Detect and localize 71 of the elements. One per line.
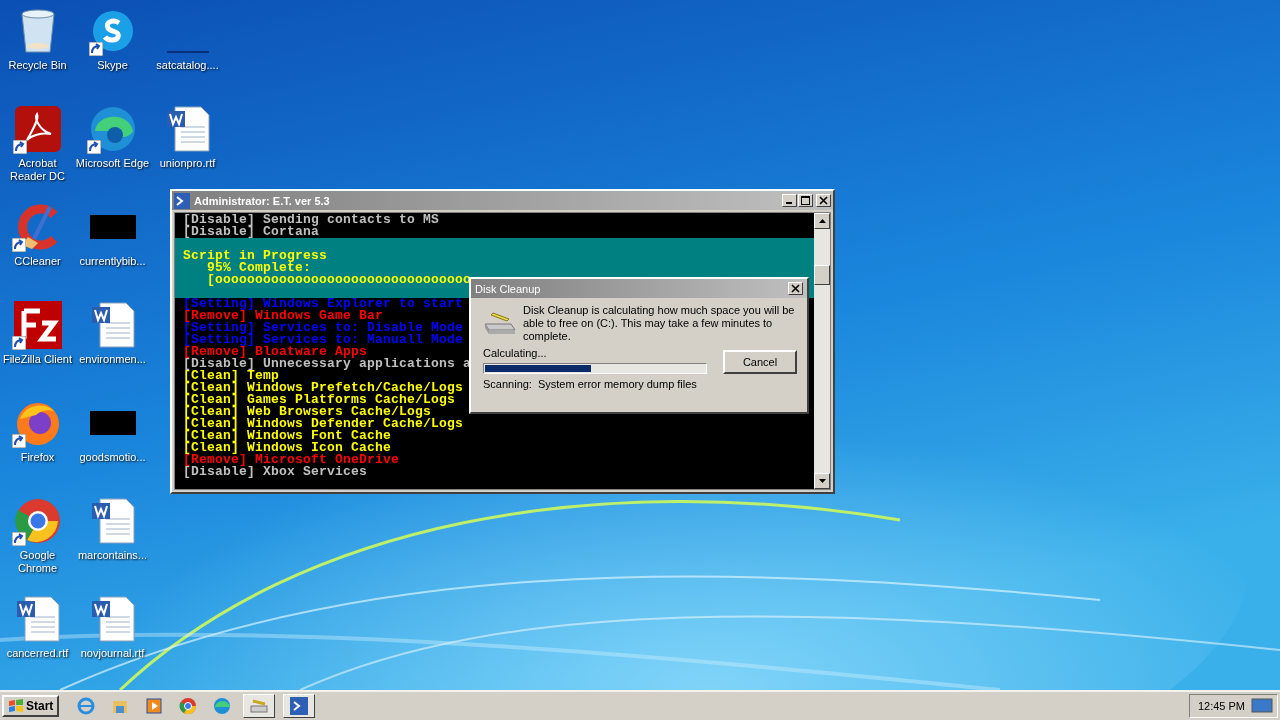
file-icon[interactable]	[89, 411, 136, 435]
console-line: [Disable] Sending contacts to MS	[183, 214, 440, 226]
start-button[interactable]: Start	[2, 695, 60, 717]
document-icon[interactable]	[164, 105, 211, 153]
close-icon	[791, 284, 800, 293]
console-line: [Remove] Windows Game Bar	[183, 310, 384, 322]
desktop-icon-label[interactable]: currentlybib...	[75, 255, 150, 268]
powershell-icon[interactable]	[283, 694, 316, 718]
console-line: [Clean] Temp	[183, 370, 279, 382]
disk-drive-icon	[483, 310, 517, 336]
console-line: [Disable] Cortana	[183, 226, 320, 238]
desktop-icon-label[interactable]: novjournal.rtf	[75, 647, 150, 660]
console-line: [Setting] Services to: Manuall Mode	[183, 334, 464, 346]
desktop-icon-label[interactable]: Google Chrome	[0, 549, 75, 575]
document-icon[interactable]	[14, 595, 61, 643]
desktop-icon-label[interactable]: Microsoft Edge	[75, 157, 150, 170]
maximize-button[interactable]	[798, 194, 813, 207]
desktop-icon-label[interactable]: Skype	[75, 59, 150, 72]
scroll-thumb[interactable]	[814, 265, 830, 285]
desktop-icon-label[interactable]: cancerred.rtf	[0, 647, 75, 660]
scanning-item: System error memory dump files	[537, 378, 697, 390]
console-line: [Setting] Windows Explorer to start	[183, 298, 464, 310]
close-button[interactable]	[816, 194, 831, 207]
powershell-icon	[174, 192, 190, 209]
document-icon[interactable]	[89, 497, 136, 545]
desktop-icon-label[interactable]: marcontains...	[75, 549, 150, 562]
console-line: [Clean] Games Platforms Cache/Logs	[183, 394, 456, 406]
desktop-icon-label[interactable]: Firefox	[0, 451, 75, 464]
disk-drive-icon[interactable]	[243, 694, 276, 718]
desktop-icon-label[interactable]: CCleaner	[0, 255, 75, 268]
status-text: Calculating...	[483, 347, 548, 359]
skype-icon[interactable]	[90, 9, 135, 53]
console-line: 95% Complete:	[207, 262, 312, 274]
document-icon[interactable]	[89, 301, 136, 349]
console-line: [Clean] Web Browsers Cache/Logs	[183, 406, 432, 418]
scroll-up-icon[interactable]	[818, 219, 826, 223]
scrollbar[interactable]	[814, 213, 830, 489]
edge-icon[interactable]	[88, 105, 137, 153]
minimize-button[interactable]	[782, 194, 797, 207]
dialog-message: Disk Cleanup is calculating how much space you will be able to free on (C:). This may take a few minutes to complete.	[523, 304, 795, 343]
dialog-title: Disk Cleanup	[475, 282, 542, 295]
console-line: [oooooooooooooooooooooooooooooooo	[206, 274, 472, 286]
console-line: [Remove] Bloatware Apps	[183, 346, 368, 358]
windows-logo-icon	[8, 699, 24, 713]
console-line: [Remove] Microsoft OneDrive	[183, 454, 400, 466]
desktop-icon-label[interactable]: Recycle Bin	[0, 59, 75, 72]
window-title: Administrator: E.T. ver 5.3	[194, 194, 331, 207]
scroll-down-icon[interactable]	[818, 479, 826, 483]
console-line: [Clean] Windows Font Cache	[183, 430, 392, 442]
maximize-icon	[801, 196, 810, 205]
file-icon[interactable]	[89, 215, 136, 239]
desktop-icon-label[interactable]: unionpro.rtf	[150, 157, 225, 170]
console-line: [Disable] Xbox Services	[183, 466, 368, 478]
monitor-icon[interactable]	[1251, 698, 1273, 714]
console-line: Script in Progress	[183, 250, 328, 262]
desktop-icon-label[interactable]: FileZilla Client	[0, 353, 75, 366]
filezilla-icon[interactable]	[13, 301, 62, 349]
console-line: [Clean] Windows Defender Cache/Logs	[183, 418, 464, 430]
console-line: [Clean] Windows Prefetch/Cache/Logs	[183, 382, 464, 394]
console-line: [Setting] Services to: Disable Mode	[183, 322, 464, 334]
desktop-icon-label[interactable]: goodsmotio...	[75, 451, 150, 464]
desktop-icon-label[interactable]: satcatalog....	[150, 59, 225, 72]
scanning-label: Scanning:	[483, 378, 532, 390]
chrome-icon[interactable]	[13, 497, 62, 545]
close-icon	[819, 196, 828, 205]
desktop-icon-label[interactable]: environmen...	[75, 353, 150, 366]
close-button[interactable]	[788, 282, 803, 295]
desktop-icon-label[interactable]: Acrobat Reader DC	[0, 157, 75, 183]
console-line: [Clean] Windows Icon Cache	[183, 442, 392, 454]
cancel-button[interactable]: Cancel	[723, 350, 797, 374]
document-icon[interactable]	[89, 595, 136, 643]
